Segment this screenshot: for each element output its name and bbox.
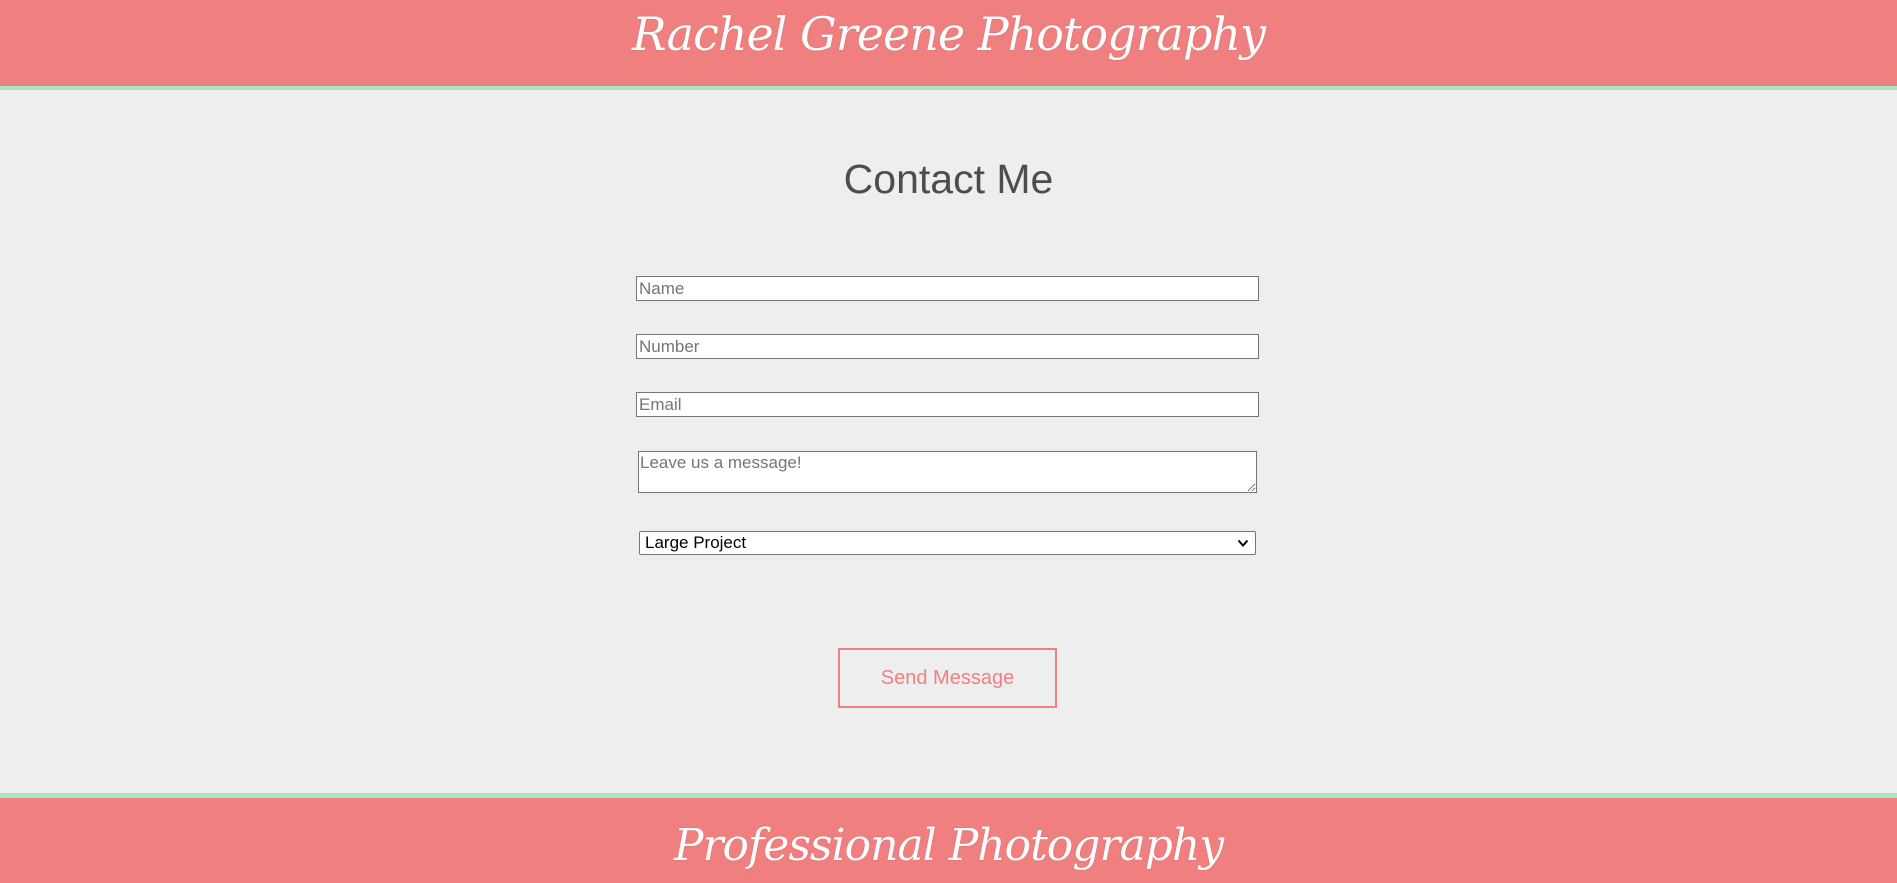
name-input[interactable] bbox=[636, 276, 1259, 301]
project-type-select[interactable]: Large Project bbox=[639, 531, 1256, 555]
page-title: Contact Me bbox=[843, 156, 1054, 202]
site-footer: Professional Photography bbox=[0, 793, 1897, 883]
number-input[interactable] bbox=[636, 334, 1259, 359]
brand-logo-text: Rachel Greene Photography bbox=[631, 7, 1266, 61]
email-input[interactable] bbox=[636, 392, 1259, 417]
footer-tagline: Professional Photography bbox=[673, 820, 1224, 871]
site-header: Rachel Greene Photography bbox=[0, 0, 1897, 90]
send-message-button[interactable]: Send Message bbox=[838, 648, 1057, 708]
project-type-selected-value: Large Project bbox=[645, 533, 747, 552]
chevron-down-icon bbox=[1237, 539, 1249, 547]
message-textarea[interactable] bbox=[638, 451, 1257, 493]
